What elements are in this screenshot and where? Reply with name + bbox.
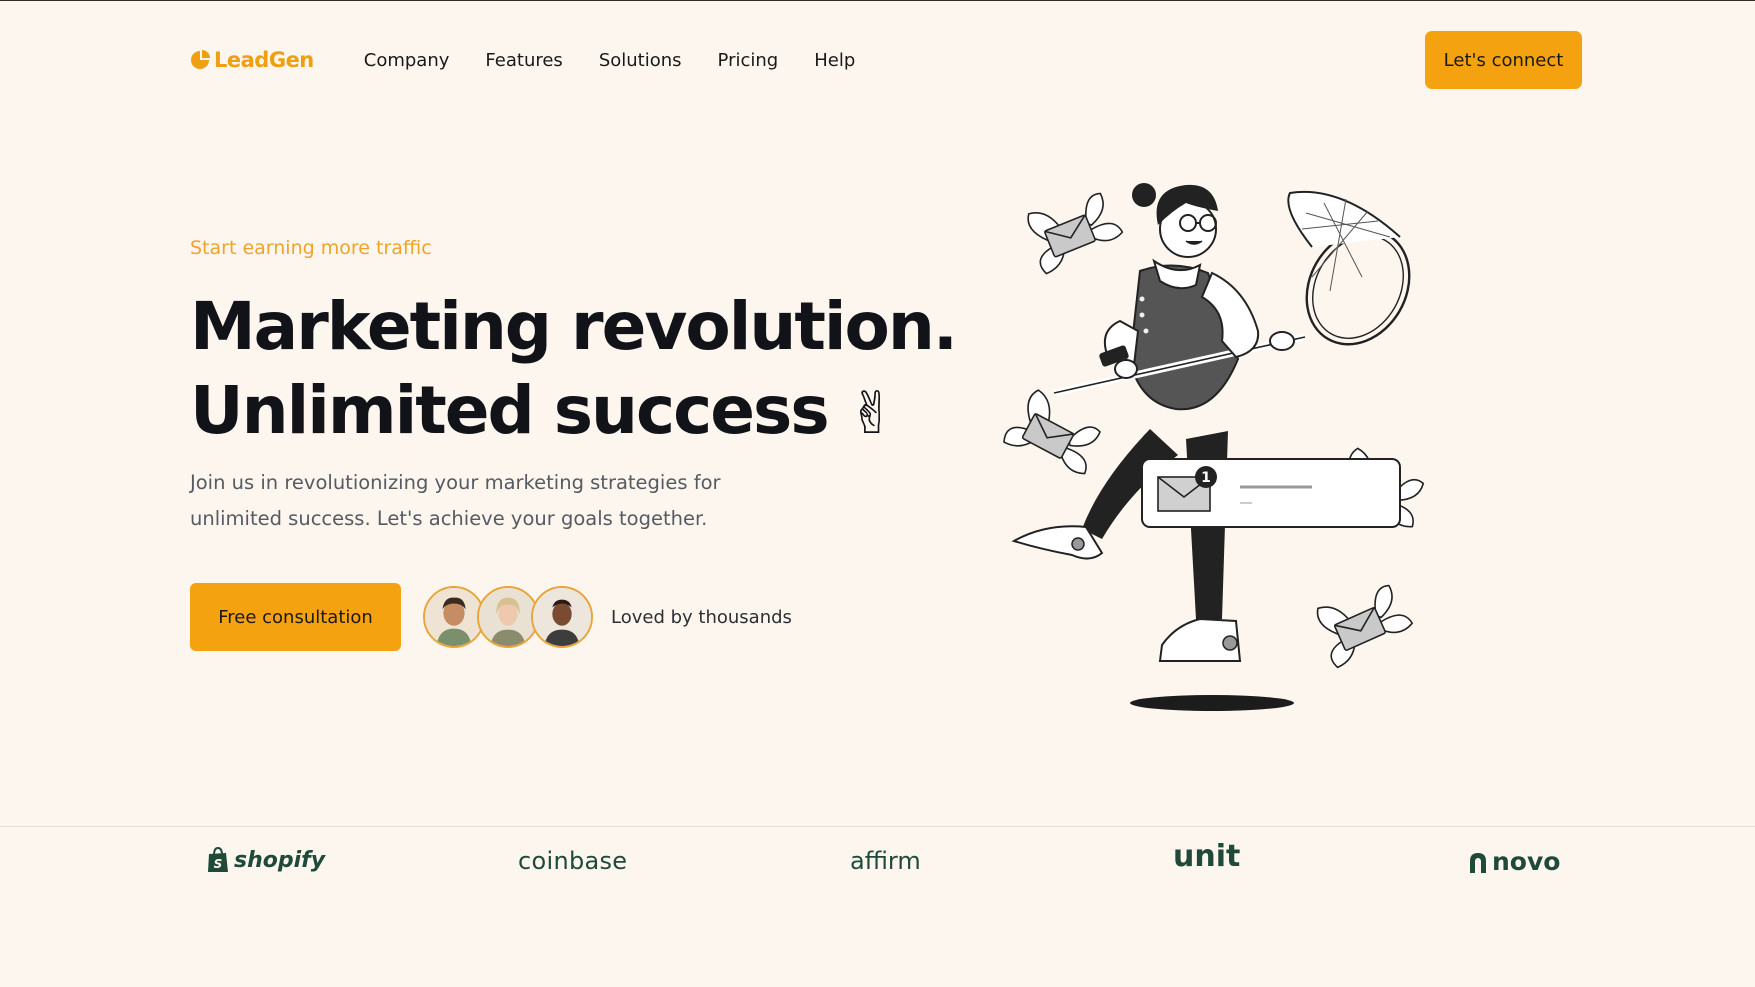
nav-link-solutions[interactable]: Solutions bbox=[599, 50, 682, 71]
avatar bbox=[477, 586, 539, 648]
top-navigation: LeadGen Company Features Solutions Prici… bbox=[190, 31, 1582, 89]
avatar bbox=[531, 586, 593, 648]
shopify-logo-text: shopify bbox=[234, 847, 326, 873]
social-proof-text: Loved by thousands bbox=[611, 606, 792, 628]
hero-cta-row: Free consultation Loved by thousands bbox=[190, 583, 792, 651]
shopping-bag-icon: S bbox=[208, 847, 228, 872]
free-consultation-button[interactable]: Free consultation bbox=[190, 583, 401, 651]
hero-illustration: 1 bbox=[1001, 183, 1433, 711]
shopify-logo: S shopify bbox=[206, 847, 325, 873]
headline-line-2: Unlimited success ✌ bbox=[190, 369, 956, 455]
nav-link-pricing[interactable]: Pricing bbox=[718, 50, 779, 71]
novo-arch-icon bbox=[1470, 852, 1486, 873]
hero-eyebrow: Start earning more traffic bbox=[190, 237, 432, 259]
butterfly-net bbox=[1287, 191, 1411, 346]
notification-card: 1 bbox=[1141, 458, 1401, 528]
logo-text: LeadGen bbox=[214, 48, 314, 72]
person-avatar-icon bbox=[533, 588, 591, 646]
flying-envelope-icon bbox=[1309, 574, 1418, 670]
notification-count-badge: 1 bbox=[1201, 470, 1211, 486]
svg-text:S: S bbox=[214, 857, 223, 871]
brand-logo-bar: S shopify coinbase affirm unit novo bbox=[0, 826, 1755, 896]
main-menu: Company Features Solutions Pricing Help bbox=[364, 50, 855, 71]
affirm-logo: affirm bbox=[850, 847, 921, 875]
hero-headline: Marketing revolution. Unlimited success ✌ bbox=[190, 285, 958, 455]
person-avatar-icon bbox=[425, 588, 483, 646]
hero-subtext: Join us in revolutionizing your marketin… bbox=[190, 471, 721, 530]
flying-envelope-icon bbox=[1020, 183, 1127, 276]
headline-line-2-text: Unlimited success bbox=[190, 372, 830, 449]
novo-logo: novo bbox=[1468, 847, 1560, 876]
peace-hand-emoji: ✌ bbox=[847, 379, 897, 447]
unit-logo: unit bbox=[1173, 839, 1241, 874]
nav-link-help[interactable]: Help bbox=[814, 50, 855, 71]
person-avatar-icon bbox=[479, 588, 537, 646]
nav-link-company[interactable]: Company bbox=[364, 50, 450, 71]
coinbase-logo: coinbase bbox=[518, 847, 628, 875]
lets-connect-button[interactable]: Let's connect bbox=[1425, 31, 1582, 89]
customer-avatars bbox=[423, 586, 593, 648]
nav-link-features[interactable]: Features bbox=[485, 50, 562, 71]
leadgen-logo-icon bbox=[191, 50, 210, 69]
headline-line-1: Marketing revolution. bbox=[190, 288, 958, 365]
flying-envelope-icon bbox=[1001, 385, 1110, 484]
novo-logo-text: novo bbox=[1492, 847, 1561, 876]
leadgen-logo[interactable]: LeadGen bbox=[190, 48, 314, 72]
avatar bbox=[423, 586, 485, 648]
ground-shadow bbox=[1130, 695, 1294, 711]
